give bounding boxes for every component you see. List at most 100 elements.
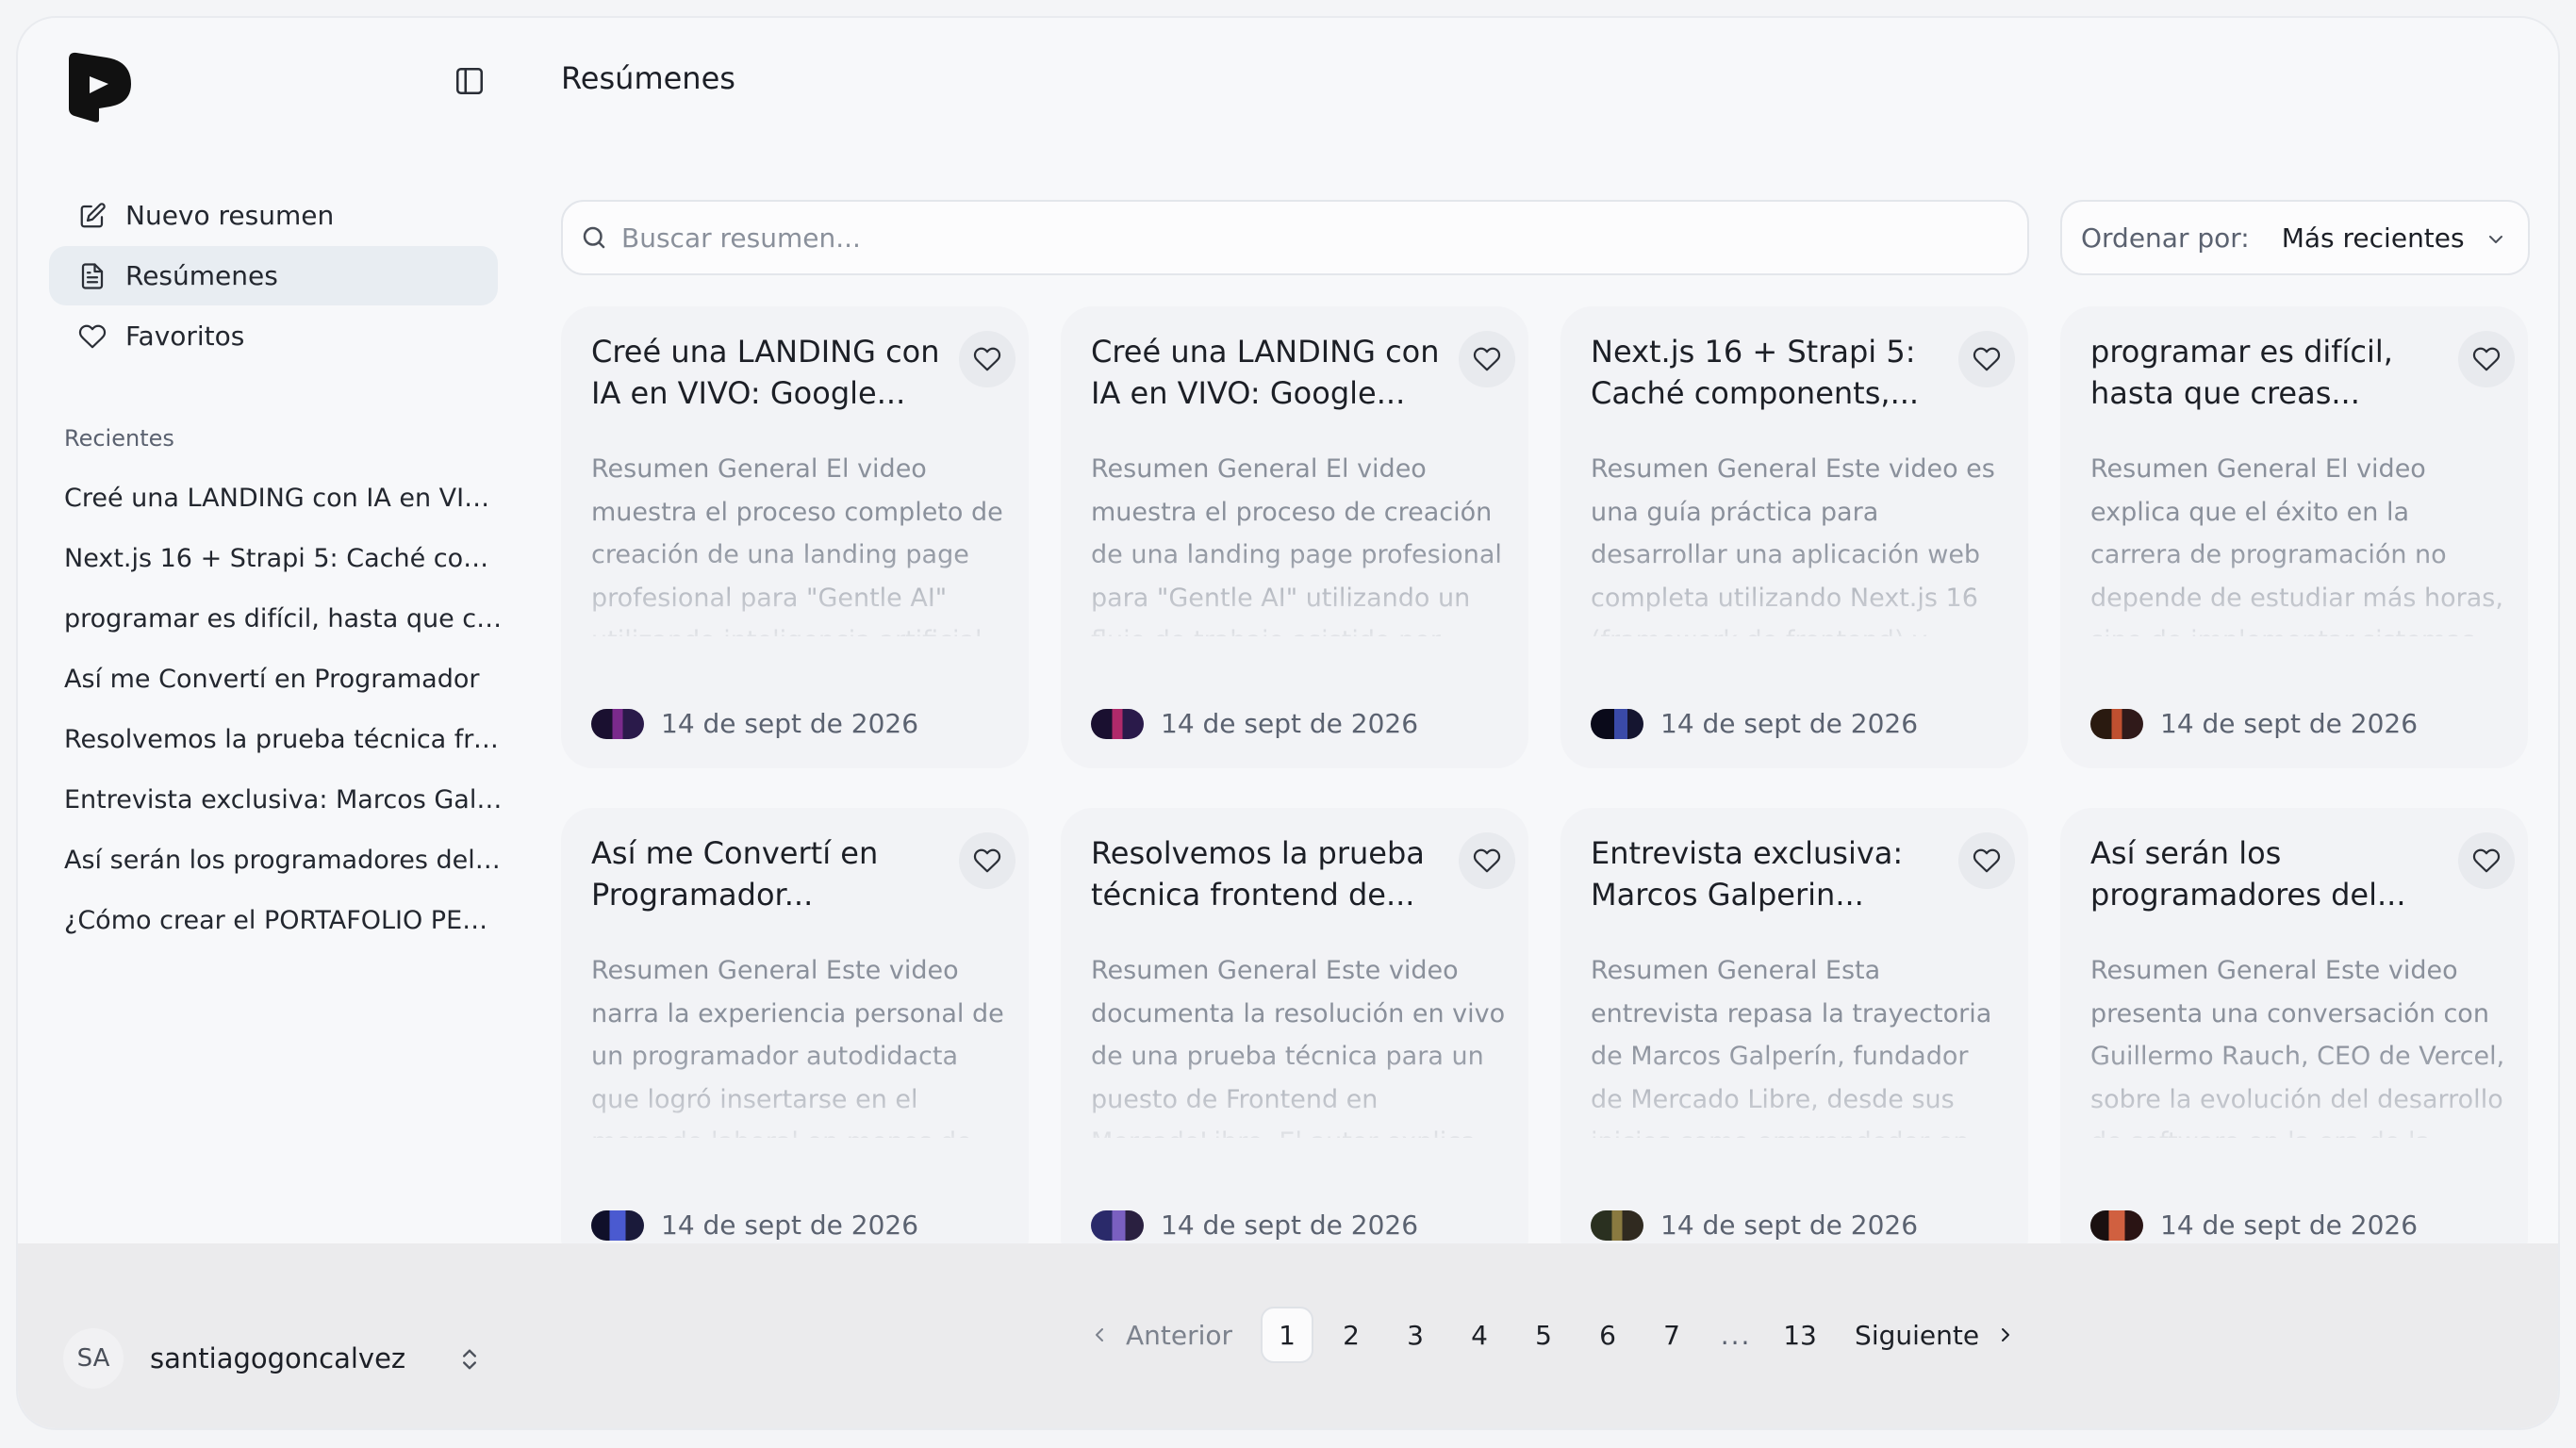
recent-item[interactable]: Entrevista exclusiva: Marcos Galperin	[64, 770, 504, 831]
favorite-button[interactable]	[1459, 331, 1515, 387]
chevron-right-icon	[2002, 1328, 2010, 1341]
card-title: Creé una LANDING con IA en VIVO: Google.…	[1091, 334, 1440, 411]
sidebar-nav: Nuevo resumen Resúmenes Favoritos	[49, 186, 498, 367]
search-box[interactable]	[561, 200, 2029, 275]
card-summary: Resumen General Este video presenta una …	[2090, 956, 2505, 1138]
card-title: Creé una LANDING con IA en VIVO: Google.…	[591, 334, 940, 411]
pagination-page-6[interactable]: 6	[1581, 1307, 1634, 1363]
card-date: 14 de sept de 2026	[1660, 708, 1919, 739]
username: santiagogoncalvez	[150, 1342, 406, 1374]
card-title: Así me Convertí en Programador...	[591, 835, 879, 913]
favorite-button[interactable]	[959, 832, 1016, 889]
favorite-button[interactable]	[2458, 331, 2515, 387]
summary-card[interactable]: Así me Convertí en Programador... Resume…	[561, 808, 1029, 1247]
card-summary: Resumen General Este video es una guía p…	[1591, 454, 1995, 636]
heart-icon	[2472, 347, 2501, 371]
search-input[interactable]	[621, 222, 1941, 254]
pagination: Anterior 1 2 3 4 5 6 7 ... 13 Siguiente	[1081, 1305, 2036, 1365]
heart-icon	[1973, 848, 2001, 873]
card-footer: 14 de sept de 2026	[591, 708, 918, 739]
heart-icon	[973, 848, 1001, 873]
sidebar: Nuevo resumen Resúmenes Favoritos Recien…	[18, 18, 512, 1428]
card-footer: 14 de sept de 2026	[591, 1209, 918, 1241]
app-window: Nuevo resumen Resúmenes Favoritos Recien…	[16, 16, 2560, 1430]
bottom-bar: SA santiagogoncalvez Anterior 1 2 3 4 5 …	[18, 1243, 2558, 1428]
card-date: 14 de sept de 2026	[1161, 708, 1419, 739]
heart-icon	[2472, 848, 2501, 873]
favorite-button[interactable]	[1459, 832, 1515, 889]
video-thumbnail	[2090, 1209, 2143, 1241]
card-title: programar es difícil, hasta que creas...	[2090, 334, 2393, 411]
recent-item[interactable]: Next.js 16 + Strapi 5: Caché components	[64, 529, 504, 589]
pagination-page-7[interactable]: 7	[1645, 1307, 1698, 1363]
pagination-page-13[interactable]: 13	[1774, 1307, 1826, 1363]
recent-item[interactable]: programar es difícil, hasta que creas	[64, 589, 504, 650]
video-thumbnail	[591, 1209, 644, 1241]
card-footer: 14 de sept de 2026	[2090, 1209, 2418, 1241]
card-summary: Resumen General Este video documenta la …	[1091, 956, 1506, 1138]
card-date: 14 de sept de 2026	[2160, 708, 2419, 739]
pagination-next-button[interactable]: Siguiente	[1847, 1307, 2024, 1363]
video-thumbnail	[591, 708, 644, 739]
recent-item[interactable]: Creé una LANDING con IA en VIVO: Google	[64, 469, 504, 529]
recent-list: Creé una LANDING con IA en VIVO: Google …	[64, 469, 504, 951]
edit-icon	[80, 202, 106, 227]
card-title: Entrevista exclusiva: Marcos Galperin...	[1591, 835, 1904, 913]
heart-icon	[1473, 347, 1501, 371]
pagination-page-3[interactable]: 3	[1389, 1307, 1442, 1363]
summary-card[interactable]: Resolvemos la prueba técnica frontend de…	[1061, 808, 1528, 1247]
video-thumbnail	[1591, 708, 1643, 739]
card-footer: 14 de sept de 2026	[1091, 1209, 1418, 1241]
recent-item[interactable]: Así serán los programadores del futuro	[64, 831, 504, 891]
page-title: Resúmenes	[561, 60, 735, 96]
pagination-next-label: Siguiente	[1855, 1319, 1980, 1351]
user-menu[interactable]: SA santiagogoncalvez	[63, 1328, 405, 1389]
sort-value: Más recientes	[2281, 222, 2465, 254]
chevron-up-down-icon[interactable]	[456, 1344, 483, 1374]
nav-item-favoritos[interactable]: Favoritos	[49, 306, 498, 366]
heart-icon	[1473, 848, 1501, 873]
summary-card[interactable]: Así serán los programadores del... Resum…	[2060, 808, 2528, 1247]
nav-item-resumenes[interactable]: Resúmenes	[49, 246, 498, 305]
card-footer: 14 de sept de 2026	[1591, 708, 1918, 739]
recent-item[interactable]: Resolvemos la prueba técnica frontend	[64, 710, 504, 770]
video-thumbnail	[1091, 708, 1144, 739]
pagination-page-5[interactable]: 5	[1517, 1307, 1570, 1363]
pagination-ellipsis: ...	[1720, 1319, 1752, 1351]
favorite-button[interactable]	[959, 331, 1016, 387]
card-summary: Resumen General El video muestra el proc…	[591, 454, 1003, 636]
summary-grid: Creé una LANDING con IA en VIVO: Google.…	[561, 306, 2532, 1247]
chevron-left-icon	[1096, 1328, 1103, 1341]
pagination-page-1[interactable]: 1	[1261, 1307, 1314, 1363]
summary-card[interactable]: Creé una LANDING con IA en VIVO: Google.…	[561, 306, 1029, 768]
video-thumbnail	[1591, 1209, 1643, 1241]
card-footer: 14 de sept de 2026	[1591, 1209, 1918, 1241]
video-thumbnail	[1091, 1209, 1144, 1241]
card-title: Así serán los programadores del...	[2090, 835, 2406, 913]
recent-section-title: Recientes	[64, 425, 174, 452]
pagination-prev-button[interactable]: Anterior	[1081, 1307, 1240, 1363]
nav-item-nuevo-resumen[interactable]: Nuevo resumen	[49, 186, 498, 245]
sidebar-toggle-icon[interactable]	[454, 65, 486, 97]
document-icon	[81, 262, 104, 289]
favorite-button[interactable]	[2458, 832, 2515, 889]
summary-card[interactable]: Entrevista exclusiva: Marcos Galperin...…	[1560, 808, 2028, 1247]
nav-item-label: Nuevo resumen	[125, 200, 335, 231]
favorite-button[interactable]	[1958, 331, 2015, 387]
video-thumbnail	[2090, 708, 2143, 739]
favorite-button[interactable]	[1958, 832, 2015, 889]
pagination-page-4[interactable]: 4	[1453, 1307, 1506, 1363]
summary-card[interactable]: Creé una LANDING con IA en VIVO: Google.…	[1061, 306, 1528, 768]
heart-icon	[1973, 347, 2001, 371]
recent-item[interactable]: Así me Convertí en Programador	[64, 650, 504, 710]
card-footer: 14 de sept de 2026	[1091, 708, 1418, 739]
recent-item[interactable]: ¿Cómo crear el PORTAFOLIO PERFECTO?	[64, 891, 504, 951]
pagination-page-2[interactable]: 2	[1325, 1307, 1378, 1363]
card-footer: 14 de sept de 2026	[2090, 708, 2418, 739]
summary-card[interactable]: programar es difícil, hasta que creas...…	[2060, 306, 2528, 768]
card-title: Next.js 16 + Strapi 5: Caché components,…	[1591, 334, 1920, 411]
card-date: 14 de sept de 2026	[1161, 1209, 1419, 1241]
sort-select[interactable]: Ordenar por: Más recientes	[2060, 200, 2530, 275]
app-logo-icon[interactable]	[65, 48, 135, 125]
summary-card[interactable]: Next.js 16 + Strapi 5: Caché components,…	[1560, 306, 2028, 768]
